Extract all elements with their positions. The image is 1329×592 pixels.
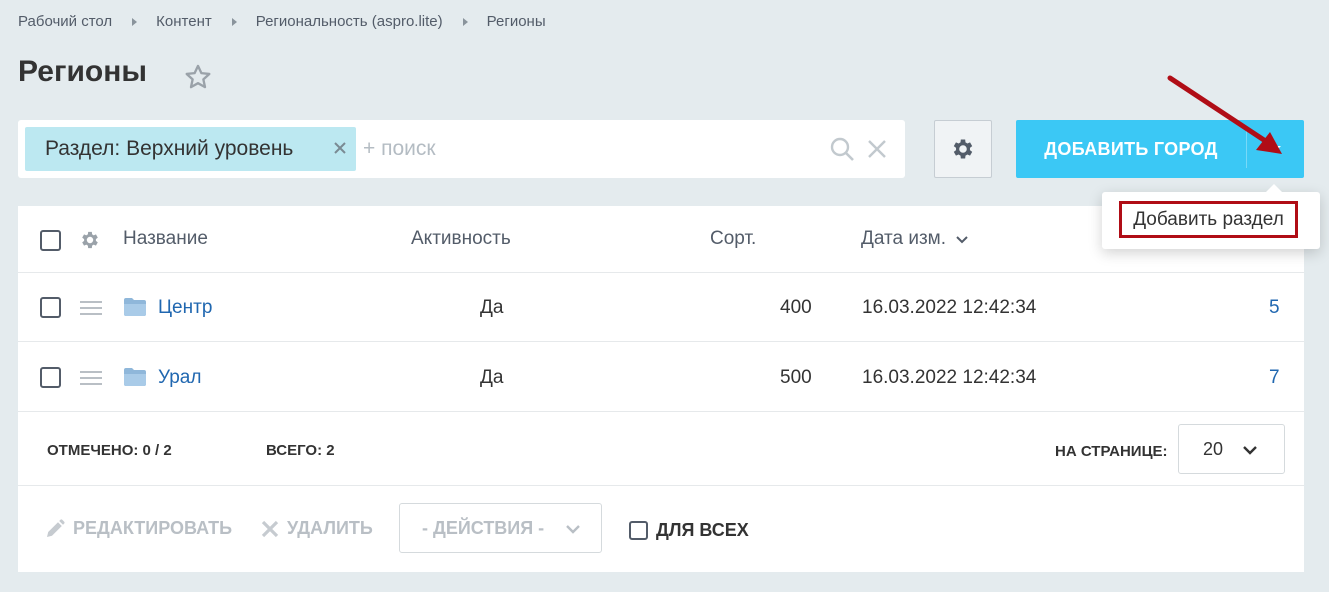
row-checkbox[interactable] — [40, 297, 61, 318]
row-checkbox[interactable] — [40, 367, 61, 388]
search-input[interactable] — [363, 134, 763, 164]
clear-search-icon[interactable] — [867, 139, 887, 159]
row-id-link[interactable]: 7 — [1269, 367, 1280, 389]
grid-footer: ОТМЕЧЕНО: 0 / 2 ВСЕГО: 2 НА СТРАНИЦЕ: 20 — [18, 414, 1304, 486]
add-city-button[interactable]: ДОБАВИТЬ ГОРОД — [1016, 120, 1304, 178]
table-row[interactable]: Центр Да 400 16.03.2022 12:42:34 5 — [18, 273, 1304, 342]
breadcrumb: Рабочий стол Контент Региональность (asp… — [18, 13, 546, 30]
per-page-label: НА СТРАНИЦЕ: — [1055, 443, 1168, 460]
row-date: 16.03.2022 12:42:34 — [862, 367, 1037, 388]
breadcrumb-desktop[interactable]: Рабочий стол — [18, 13, 112, 30]
folder-icon — [124, 368, 146, 386]
row-name-link[interactable]: Центр — [158, 297, 212, 319]
close-icon[interactable] — [333, 141, 347, 155]
search-icon[interactable] — [829, 136, 855, 162]
column-header-active[interactable]: Активность — [411, 228, 511, 250]
breadcrumb-regions[interactable]: Регионы — [487, 13, 546, 30]
column-header-date-label: Дата изм. — [861, 228, 947, 249]
for-all-label: ДЛЯ ВСЕХ — [656, 520, 749, 540]
breadcrumb-regionality[interactable]: Региональность (aspro.lite) — [256, 13, 443, 30]
gear-icon[interactable] — [79, 229, 101, 251]
row-date: 16.03.2022 12:42:34 — [862, 297, 1037, 318]
settings-button[interactable] — [934, 120, 992, 178]
column-header-sort[interactable]: Сорт. — [710, 228, 756, 250]
filter-chip[interactable]: Раздел: Верхний уровень — [25, 127, 356, 171]
actions-select-label: - ДЕЙСТВИЯ - — [422, 517, 545, 538]
drag-handle-icon[interactable] — [80, 370, 102, 386]
for-all-checkbox[interactable] — [629, 521, 648, 540]
checked-value: 0 / 2 — [142, 442, 172, 459]
breadcrumb-content[interactable]: Контент — [156, 13, 212, 30]
table-row[interactable]: Урал Да 500 16.03.2022 12:42:34 7 — [18, 343, 1304, 412]
chevron-down-icon — [566, 525, 580, 534]
filter-search-box[interactable]: Раздел: Верхний уровень — [18, 120, 905, 178]
star-icon[interactable] — [184, 63, 212, 91]
add-dropdown-menu: Добавить раздел — [1102, 184, 1320, 249]
breadcrumb-separator-icon — [132, 17, 138, 26]
actions-bar: РЕДАКТИРОВАТЬ УДАЛИТЬ - ДЕЙСТВИЯ - ДЛЯ В… — [18, 486, 1304, 572]
checked-counter: ОТМЕЧЕНО: 0 / 2 — [47, 442, 172, 459]
total-value: 2 — [326, 442, 335, 459]
filter-chip-label: Раздел: Верхний уровень — [45, 137, 294, 160]
folder-icon — [124, 298, 146, 316]
close-icon — [261, 520, 279, 537]
delete-label: УДАЛИТЬ — [287, 518, 373, 538]
per-page-value: 20 — [1203, 438, 1224, 459]
total-counter: ВСЕГО: 2 — [266, 442, 335, 459]
row-id-link[interactable]: 5 — [1269, 297, 1280, 319]
column-header-name[interactable]: Название — [123, 228, 208, 250]
edit-label: РЕДАКТИРОВАТЬ — [73, 518, 233, 538]
for-all-option[interactable]: ДЛЯ ВСЕХ — [629, 520, 749, 541]
chevron-down-icon — [1270, 146, 1281, 151]
add-dropdown-toggle[interactable] — [1247, 120, 1304, 178]
gear-icon — [953, 139, 973, 159]
checked-label: ОТМЕЧЕНО: — [47, 442, 139, 459]
row-sort: 500 — [780, 367, 812, 388]
total-label: ВСЕГО: — [266, 442, 323, 459]
select-all-checkbox[interactable] — [40, 230, 61, 251]
breadcrumb-separator-icon — [462, 17, 468, 26]
add-city-label[interactable]: ДОБАВИТЬ ГОРОД — [1016, 120, 1246, 178]
pencil-icon — [47, 519, 65, 537]
row-active: Да — [480, 297, 504, 318]
chevron-down-icon — [1243, 446, 1257, 455]
add-section-menu-item[interactable]: Добавить раздел — [1119, 201, 1298, 238]
column-header-date[interactable]: Дата изм. — [861, 228, 969, 250]
breadcrumb-separator-icon — [231, 17, 237, 26]
page-title: Регионы — [18, 55, 147, 88]
drag-handle-icon[interactable] — [80, 300, 102, 316]
row-name-link[interactable]: Урал — [158, 367, 201, 389]
actions-select[interactable]: - ДЕЙСТВИЯ - — [399, 503, 602, 553]
data-grid: Название Активность Сорт. Дата изм. Цент… — [18, 206, 1304, 572]
per-page-select[interactable]: 20 — [1178, 424, 1285, 474]
edit-button[interactable]: РЕДАКТИРОВАТЬ — [45, 518, 232, 539]
row-sort: 400 — [780, 297, 812, 318]
chevron-down-icon — [956, 235, 968, 243]
row-active: Да — [480, 367, 504, 388]
delete-button[interactable]: УДАЛИТЬ — [261, 518, 373, 539]
